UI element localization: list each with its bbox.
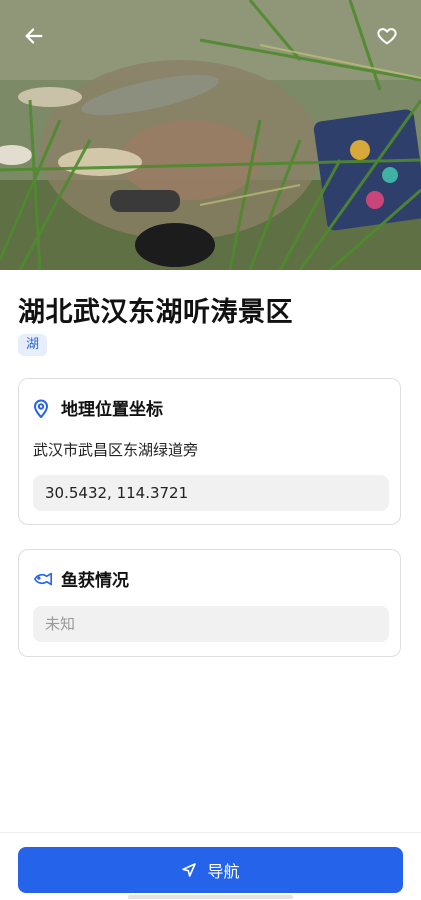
- home-indicator: [128, 895, 293, 899]
- fish-icon: [33, 569, 53, 589]
- location-card-header: 地理位置坐标: [33, 395, 163, 420]
- catch-card-header: 鱼获情况: [33, 566, 129, 591]
- address-text: 武汉市武昌区东湖绿道旁: [33, 441, 199, 459]
- favorite-button[interactable]: [371, 20, 403, 52]
- map-pin-icon: [33, 398, 53, 418]
- coordinates-field[interactable]: 30.5432, 114.3721: [33, 475, 389, 511]
- back-button[interactable]: [18, 20, 50, 52]
- navigate-label: 导航: [207, 862, 240, 881]
- catch-photo: [0, 0, 421, 270]
- spot-detail-screen: 湖北武汉东湖听涛景区 湖 地理位置坐标 武汉市武昌区东湖绿道旁 30.5432,…: [0, 0, 421, 900]
- water-type-tag: 湖: [18, 334, 48, 356]
- bottom-action-bar: 导航: [0, 832, 421, 900]
- heart-outline-icon: [377, 28, 397, 45]
- hero-photo: [0, 0, 421, 270]
- catch-card: 鱼获情况 未知: [18, 549, 401, 657]
- location-card: 地理位置坐标 武汉市武昌区东湖绿道旁 30.5432, 114.3721: [18, 378, 401, 525]
- catch-card-title: 鱼获情况: [61, 571, 129, 591]
- arrow-left-icon: [25, 28, 43, 44]
- catch-value-field[interactable]: 未知: [33, 606, 389, 642]
- spot-title: 湖北武汉东湖听涛景区: [18, 297, 293, 328]
- navigate-button[interactable]: 导航: [18, 847, 403, 893]
- location-card-title: 地理位置坐标: [61, 400, 163, 420]
- navigation-arrow-icon: [181, 862, 197, 878]
